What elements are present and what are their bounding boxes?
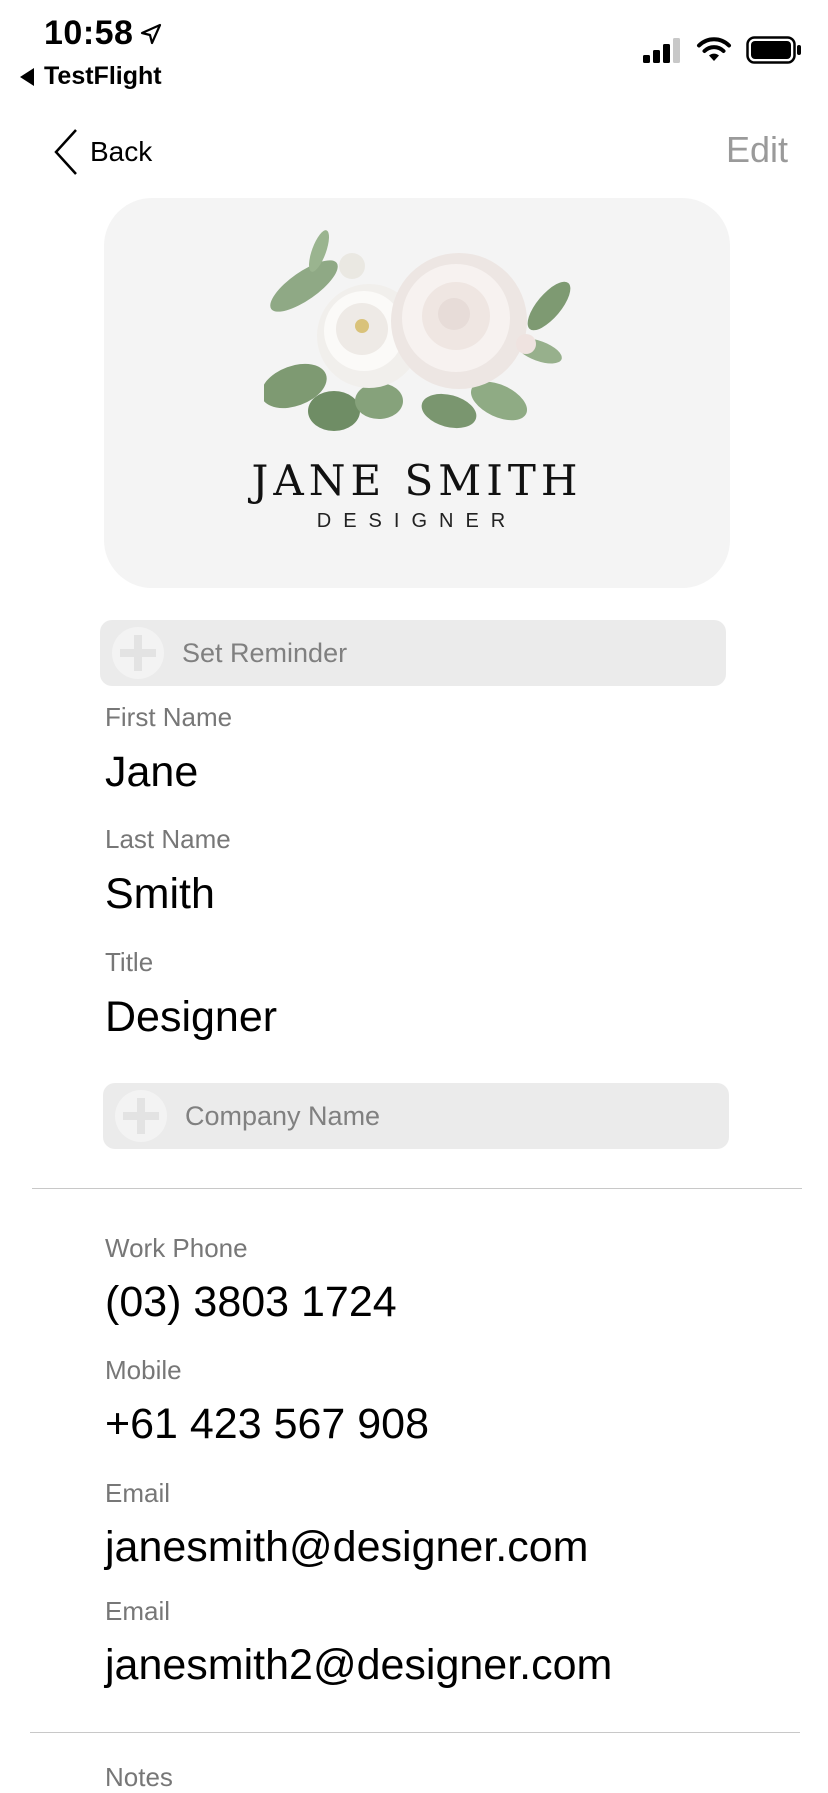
plus-circle-icon xyxy=(112,627,164,679)
card-name-text: JANE SMITH xyxy=(251,456,583,505)
email-value[interactable]: janesmith@designer.com xyxy=(105,1523,588,1572)
location-arrow-icon xyxy=(141,23,162,44)
mobile-value[interactable]: +61 423 567 908 xyxy=(105,1400,429,1449)
set-reminder-button[interactable]: Set Reminder xyxy=(100,620,726,686)
battery-icon xyxy=(746,36,801,64)
first-name-label: First Name xyxy=(105,702,233,732)
cellular-signal-icon xyxy=(643,38,680,63)
back-button[interactable]: Back xyxy=(52,128,152,176)
section-divider xyxy=(30,1732,800,1733)
work-phone-label: Work Phone xyxy=(105,1233,248,1263)
work-phone-value[interactable]: (03) 3803 1724 xyxy=(105,1278,397,1327)
back-to-app[interactable]: TestFlight xyxy=(20,62,162,91)
back-button-label: Back xyxy=(90,136,153,167)
company-name-label: Company Name xyxy=(185,1100,381,1131)
chevron-left-icon xyxy=(54,129,77,175)
plus-circle-icon xyxy=(115,1090,167,1142)
set-reminder-label: Set Reminder xyxy=(182,637,348,668)
email-2-value[interactable]: janesmith2@designer.com xyxy=(105,1641,612,1690)
email-label: Email xyxy=(105,1478,171,1508)
back-app-label: TestFlight xyxy=(44,62,162,90)
edit-button[interactable]: Edit xyxy=(726,129,788,171)
floral-bouquet-illustration xyxy=(264,230,571,431)
status-time-text: 10:58 xyxy=(44,14,134,52)
section-divider xyxy=(32,1188,802,1189)
title-label: Title xyxy=(105,947,154,977)
status-time: 10:58 xyxy=(44,14,163,53)
status-indicators xyxy=(642,36,802,64)
wifi-icon xyxy=(697,37,731,61)
first-name-value[interactable]: Jane xyxy=(105,748,198,797)
mobile-label: Mobile xyxy=(105,1355,182,1385)
notes-label: Notes xyxy=(105,1762,173,1792)
back-triangle-icon xyxy=(20,67,34,86)
business-card-image[interactable]: JANE SMITH DESIGNER xyxy=(104,198,730,588)
last-name-label: Last Name xyxy=(105,824,231,854)
title-value[interactable]: Designer xyxy=(105,993,277,1042)
last-name-value[interactable]: Smith xyxy=(105,870,215,919)
add-company-name-button[interactable]: Company Name xyxy=(103,1083,729,1149)
email-2-label: Email xyxy=(105,1596,171,1626)
card-role-text: DESIGNER xyxy=(316,510,518,532)
